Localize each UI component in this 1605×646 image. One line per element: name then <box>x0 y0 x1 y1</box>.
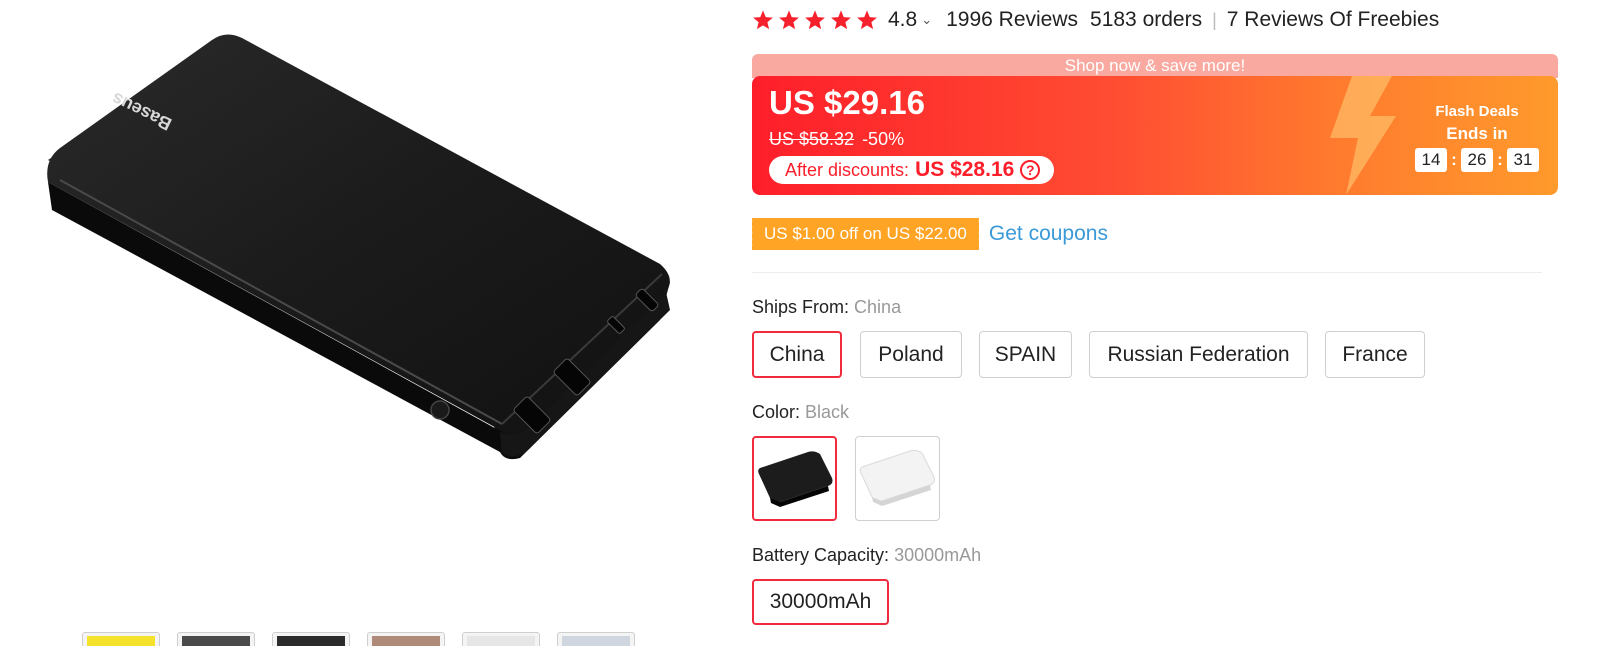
timer-seconds: 31 <box>1507 148 1539 172</box>
reviews-link[interactable]: 1996 Reviews <box>946 8 1078 32</box>
product-page: Baseus 4.8 ⌄ 1996 Reviews 5183 orders | … <box>0 0 1605 646</box>
rating-row: 4.8 ⌄ 1996 Reviews 5183 orders | 7 Revie… <box>752 6 1439 34</box>
star-icon <box>753 10 773 30</box>
get-coupons-link[interactable]: Get coupons <box>989 222 1108 246</box>
thumbnail[interactable] <box>462 632 540 646</box>
battery-label-row: Battery Capacity: 30000mAh <box>752 545 981 566</box>
price-banner: Shop now & save more! US $29.16 US $58.3… <box>752 54 1558 195</box>
battery-label: Battery Capacity: <box>752 545 890 565</box>
battery-option-30000mah[interactable]: 30000mAh <box>752 579 889 625</box>
ends-in-label: Ends in <box>1446 124 1508 143</box>
power-bank-illustration: Baseus <box>47 34 670 460</box>
lightning-bolt-icon <box>1330 76 1396 195</box>
battery-value: 30000mAh <box>894 545 982 565</box>
main-product-image[interactable]: Baseus <box>30 20 690 480</box>
banner-top-text: Shop now & save more! <box>752 54 1558 78</box>
thumbnail[interactable] <box>272 632 350 646</box>
star-icon <box>831 10 851 30</box>
product-info: 4.8 ⌄ 1996 Reviews 5183 orders | 7 Revie… <box>750 0 1582 646</box>
thumbnail[interactable] <box>82 632 160 646</box>
flash-deals-title: Flash Deals <box>1435 103 1519 120</box>
original-price: US $58.32 <box>769 129 855 149</box>
freebies-reviews-link[interactable]: 7 Reviews Of Freebies <box>1227 8 1439 32</box>
current-price: US $29.16 <box>769 84 925 121</box>
thumbnail[interactable] <box>177 632 255 646</box>
star-icon <box>779 10 799 30</box>
ships-from-option-china[interactable]: China <box>752 331 842 378</box>
divider: | <box>1212 9 1217 30</box>
after-discounts-price: US $28.16 <box>915 158 1015 181</box>
countdown-timer: 14 : 26 : 31 <box>1402 148 1552 172</box>
timer-hours: 14 <box>1415 148 1447 172</box>
price-panel: US $29.16 US $58.32 -50% After discounts:… <box>752 76 1558 195</box>
color-option-black[interactable] <box>752 436 837 521</box>
chevron-down-icon[interactable]: ⌄ <box>921 12 932 28</box>
ships-from-option-spain[interactable]: SPAIN <box>979 331 1072 378</box>
ships-from-option-russian-federation[interactable]: Russian Federation <box>1089 331 1308 378</box>
section-divider <box>752 272 1542 273</box>
color-label: Color: <box>752 402 801 422</box>
timer-minutes: 26 <box>1461 148 1493 172</box>
flash-deals: Flash Deals Ends in 14 : 26 : 31 <box>1402 76 1552 195</box>
after-discounts-label: After discounts: <box>785 159 910 180</box>
timer-separator: : <box>1451 150 1457 169</box>
black-power-bank-thumbnail <box>758 451 833 507</box>
timer-separator: : <box>1497 150 1503 169</box>
orders-count: 5183 orders <box>1090 8 1203 31</box>
ships-from-option-france[interactable]: France <box>1325 331 1425 378</box>
product-gallery: Baseus <box>0 0 720 646</box>
coupon-row: US $1.00 off on US $22.00 Get coupons <box>750 218 1108 250</box>
color-value: Black <box>805 402 850 422</box>
after-discounts-pill[interactable]: After discounts: US $28.16 ? <box>769 156 1055 184</box>
thumbnail[interactable] <box>557 632 635 646</box>
ships-from-label: Ships From: <box>752 297 850 317</box>
white-power-bank-thumbnail <box>859 449 935 506</box>
original-price-row: US $58.32 -50% <box>769 129 904 150</box>
discount-percent: -50% <box>862 129 905 149</box>
rating-value[interactable]: 4.8 <box>888 8 917 32</box>
ships-from-label-row: Ships From: China <box>752 297 901 318</box>
ships-from-value: China <box>854 297 902 317</box>
color-label-row: Color: Black <box>752 402 849 423</box>
coupon-badge[interactable]: US $1.00 off on US $22.00 <box>750 218 981 250</box>
help-circle-icon[interactable]: ? <box>1020 160 1041 180</box>
ships-from-option-poland[interactable]: Poland <box>860 331 962 378</box>
thumbnail[interactable] <box>367 632 445 646</box>
star-icon <box>857 10 877 30</box>
color-option-white[interactable] <box>855 436 940 521</box>
star-icon <box>805 10 825 30</box>
